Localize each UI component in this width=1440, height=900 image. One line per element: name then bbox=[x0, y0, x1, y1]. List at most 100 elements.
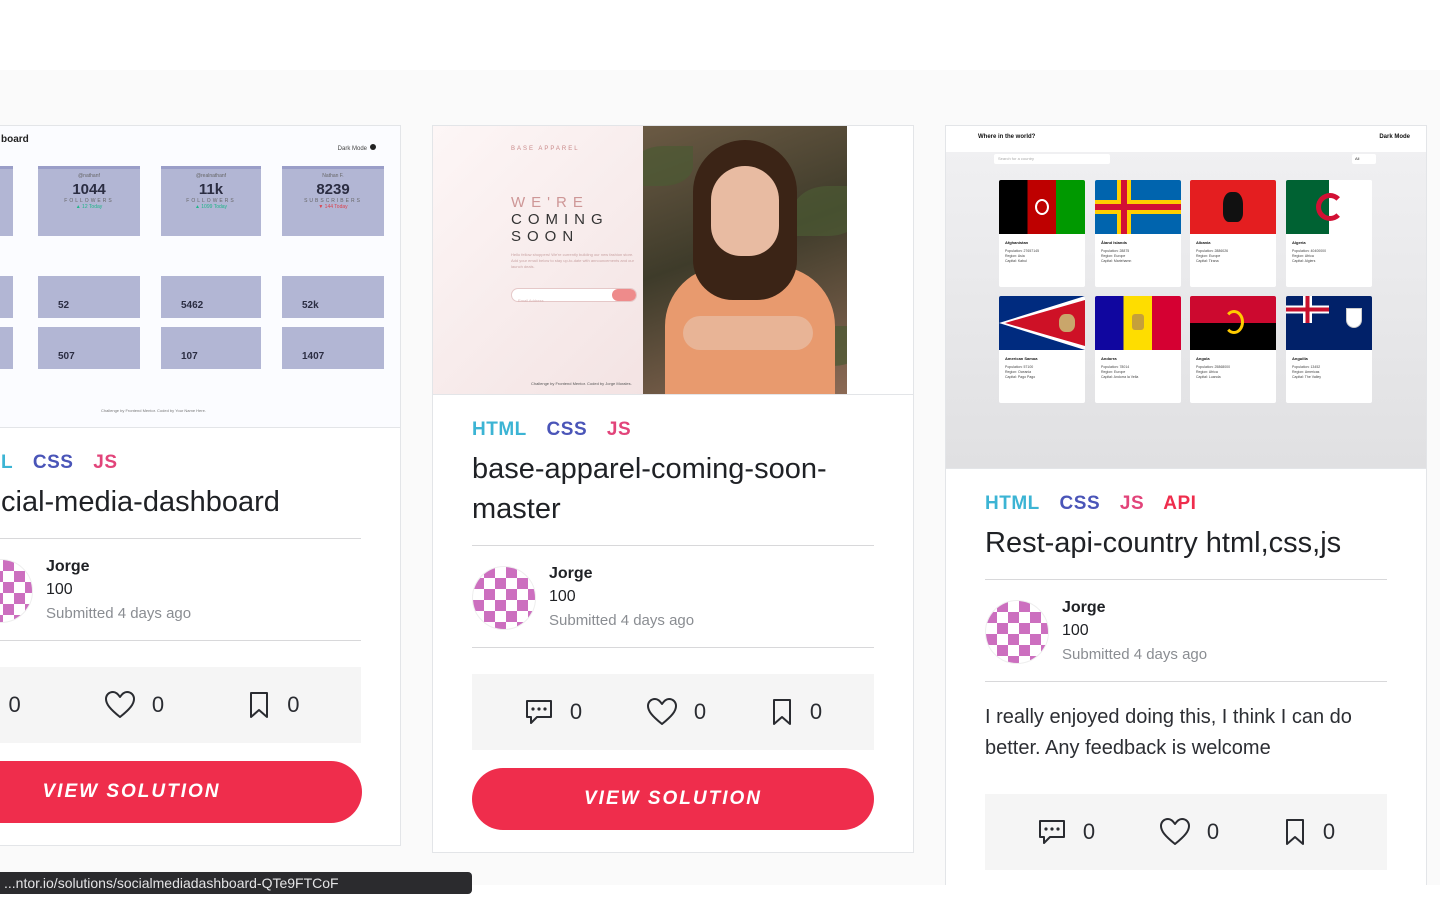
bookmark-icon bbox=[772, 699, 791, 725]
heart-icon bbox=[104, 691, 135, 718]
preview-region-filter: All bbox=[1352, 154, 1376, 164]
like-button[interactable]: 0 bbox=[1159, 817, 1219, 847]
solution-title[interactable]: cial-media-dashboard bbox=[0, 482, 361, 539]
solution-actions: 0 0 0 bbox=[0, 667, 361, 743]
tag-html[interactable]: HTML bbox=[472, 419, 527, 440]
preview-country-name: Anguilla bbox=[1292, 356, 1308, 361]
bookmarks-count: 0 bbox=[287, 692, 300, 717]
preview-overview-value: 107 bbox=[181, 351, 198, 362]
bookmark-button[interactable]: 0 bbox=[247, 690, 299, 720]
heart-icon bbox=[1159, 818, 1190, 845]
solution-preview-image[interactable]: board Dark Mode @nathanf 1044 FOLLOWERS … bbox=[0, 126, 400, 428]
preview-input-placeholder: Email Address bbox=[518, 298, 544, 303]
preview-handle: Nathan F. bbox=[322, 173, 344, 179]
preview-country-card: Anguilla Population: 13452 Region: Americ… bbox=[1286, 296, 1372, 403]
bookmarks-count: 0 bbox=[1322, 819, 1336, 844]
preview-footer: Challenge by Frontend Mentor. Coded by J… bbox=[531, 381, 632, 386]
comment-icon bbox=[1038, 820, 1065, 844]
tag-js[interactable]: JS bbox=[607, 419, 631, 440]
view-solution-button[interactable]: VIEW SOLUTION bbox=[0, 761, 362, 823]
preview-count: 1044 bbox=[72, 181, 106, 198]
preview-overview-card: 52 bbox=[38, 276, 140, 318]
solution-card: board Dark Mode @nathanf 1044 FOLLOWERS … bbox=[0, 125, 401, 846]
preview-country-capital: Capital: Tirana bbox=[1196, 259, 1219, 263]
comments-button[interactable]: 0 bbox=[1037, 817, 1095, 847]
preview-overview-card: 507 bbox=[38, 327, 140, 369]
avatar[interactable] bbox=[985, 599, 1049, 664]
solution-preview-image[interactable]: Where in the world? Dark Mode Search for… bbox=[946, 126, 1426, 469]
preview-country-card: Åland Islands Population: 28875 Region: E… bbox=[1095, 180, 1181, 287]
preview-country-card: Andorra Population: 78014 Region: Europe C… bbox=[1095, 296, 1181, 403]
bookmark-button[interactable]: 0 bbox=[770, 697, 822, 727]
flag-icon bbox=[1190, 180, 1276, 234]
author-info: Jorge 100 Submitted 4 days ago bbox=[0, 539, 361, 641]
tag-css[interactable]: CSS bbox=[547, 419, 588, 440]
preview-country-card: Algeria Population: 40400000 Region: Afri… bbox=[1286, 180, 1372, 287]
likes-count: 0 bbox=[1206, 819, 1220, 844]
bookmark-icon bbox=[1285, 819, 1304, 845]
preview-title: board bbox=[1, 134, 29, 145]
solution-title[interactable]: base-apparel-coming-soon-master bbox=[472, 449, 874, 546]
preview-overview-value: 5462 bbox=[181, 300, 204, 311]
like-button[interactable]: 0 bbox=[104, 690, 164, 720]
preview-change: ▼ 144 Today bbox=[318, 204, 348, 210]
preview-overview-card: 107 bbox=[161, 327, 261, 369]
author-score: 100 bbox=[549, 588, 576, 605]
solution-card: Where in the world? Dark Mode Search for… bbox=[945, 125, 1427, 885]
preview-heading: WE'RE COMING SOON bbox=[511, 194, 609, 245]
tag-css[interactable]: CSS bbox=[33, 452, 74, 473]
preview-mode-label: Dark Mode bbox=[1379, 134, 1410, 140]
flag-icon bbox=[1286, 296, 1372, 350]
avatar[interactable] bbox=[472, 565, 536, 630]
solution-actions: 0 0 0 bbox=[472, 674, 874, 750]
likes-count: 0 bbox=[693, 699, 707, 724]
preview-overview-value: 52k bbox=[302, 300, 319, 311]
preview-handle: @nathanf bbox=[78, 173, 100, 179]
tag-html[interactable]: HTML bbox=[985, 493, 1040, 514]
bookmark-button[interactable]: 0 bbox=[1283, 817, 1335, 847]
author-name[interactable]: Jorge bbox=[46, 555, 191, 578]
preview-country-card: Albania Population: 2886026 Region: Europ… bbox=[1190, 180, 1276, 287]
preview-overview-card bbox=[0, 276, 13, 318]
likes-count: 0 bbox=[151, 692, 165, 717]
author-score: 100 bbox=[46, 581, 73, 598]
like-button[interactable]: 0 bbox=[646, 697, 706, 727]
solution-preview-image[interactable]: BASE APPAREL WE'RE COMING SOON Hello fel… bbox=[433, 126, 913, 395]
tag-js[interactable]: JS bbox=[93, 452, 117, 473]
preview-country-name: Algeria bbox=[1292, 240, 1306, 245]
flag-icon bbox=[1190, 296, 1276, 350]
solution-title[interactable]: Rest-api-country html,css,js bbox=[985, 523, 1387, 580]
comments-count: 0 bbox=[8, 692, 21, 717]
preview-country-card: Angola Population: 25868000 Region: Afric… bbox=[1190, 296, 1276, 403]
comments-count: 0 bbox=[569, 699, 583, 724]
toggle-dot-icon bbox=[370, 144, 376, 150]
tag-css[interactable]: CSS bbox=[1060, 493, 1101, 514]
preview-overview-value: 1407 bbox=[302, 351, 325, 362]
comments-button[interactable]: 0 bbox=[0, 690, 21, 720]
preview-heading-line: WE'RE bbox=[511, 194, 589, 211]
flag-icon bbox=[1286, 180, 1372, 234]
tag-api[interactable]: API bbox=[1163, 493, 1196, 514]
preview-change: ▲ 1099 Today bbox=[194, 204, 228, 210]
comments-button[interactable]: 0 bbox=[524, 697, 582, 727]
author-name[interactable]: Jorge bbox=[1062, 596, 1207, 619]
preview-count: 8239 bbox=[316, 181, 350, 198]
tag-js[interactable]: JS bbox=[1120, 493, 1144, 514]
author-info: Jorge 100 Submitted 4 days ago bbox=[985, 580, 1387, 682]
heart-icon bbox=[646, 698, 677, 725]
author-name[interactable]: Jorge bbox=[549, 562, 694, 585]
view-solution-button[interactable]: VIEW SOLUTION bbox=[472, 768, 874, 830]
tag-html[interactable]: L bbox=[1, 452, 13, 473]
preview-title: Where in the world? bbox=[978, 134, 1036, 140]
solution-card: BASE APPAREL WE'RE COMING SOON Hello fel… bbox=[432, 125, 914, 853]
solution-actions: 0 0 0 bbox=[985, 794, 1387, 870]
preview-arrow-icon bbox=[612, 289, 636, 301]
top-header-bar bbox=[0, 0, 1440, 70]
preview-overview-card: 1407 bbox=[282, 327, 384, 369]
avatar[interactable] bbox=[0, 558, 33, 623]
preview-country-capital: Capital: Mariehamn bbox=[1101, 259, 1132, 263]
comment-icon bbox=[525, 700, 552, 724]
submitted-time: Submitted 4 days ago bbox=[1062, 646, 1208, 663]
tech-tags: L CSS JS bbox=[1, 452, 361, 474]
preview-change: ▲ 12 Today bbox=[75, 204, 103, 210]
